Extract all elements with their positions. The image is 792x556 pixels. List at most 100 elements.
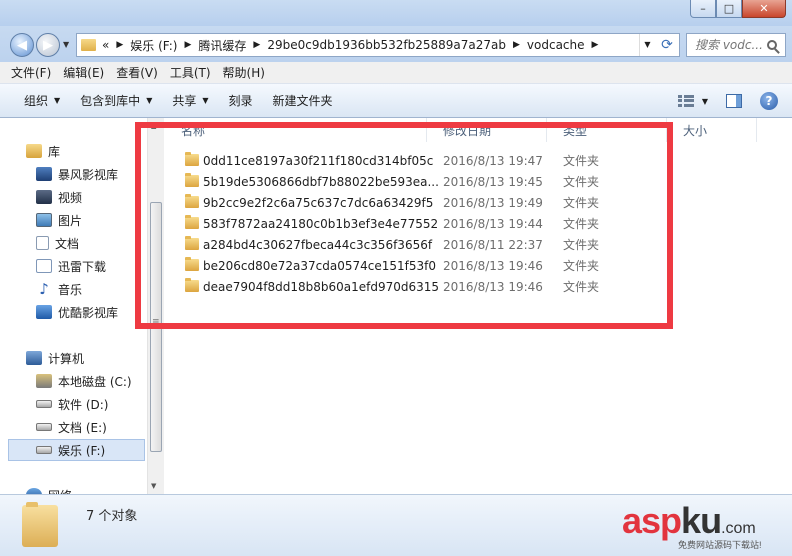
- menu-tools[interactable]: 工具(T): [165, 64, 216, 81]
- file-name: 0dd11ce8197a30f211f180cd314bf05c: [203, 153, 434, 168]
- back-button[interactable]: ◀: [10, 33, 34, 57]
- table-row[interactable]: a284bd4c30627fbeca44c3c356f3656f 2016/8/…: [165, 234, 605, 255]
- nav-drive-e[interactable]: 文档 (E:): [36, 416, 107, 438]
- forward-button[interactable]: ▶: [36, 33, 60, 57]
- search-input[interactable]: [695, 38, 765, 52]
- scroll-down-icon[interactable]: ▼: [151, 482, 156, 490]
- new-folder-label: 新建文件夹: [272, 94, 333, 108]
- nav-xunlei[interactable]: 迅雷下载: [36, 255, 106, 277]
- chevron-right-icon[interactable]: ▶: [592, 40, 599, 50]
- watermark-ku: ku: [681, 500, 722, 541]
- organize-button[interactable]: 组织 ▼: [14, 92, 70, 109]
- table-row[interactable]: 583f7872aa24180c0b1b3ef3e4e77552 2016/8/…: [165, 213, 605, 234]
- column-header-name[interactable]: 名称: [165, 118, 427, 142]
- include-library-button[interactable]: 包含到库中 ▼: [70, 92, 162, 109]
- scroll-thumb[interactable]: [150, 202, 162, 452]
- chevron-right-icon[interactable]: ▶: [253, 40, 260, 50]
- nav-computer[interactable]: 计算机: [26, 347, 84, 369]
- recent-pages-dropdown[interactable]: ▼: [63, 40, 69, 49]
- music-note-icon: ♪: [39, 280, 49, 298]
- search-box[interactable]: [686, 33, 786, 57]
- burn-label: 刻录: [228, 94, 253, 108]
- search-icon[interactable]: [767, 40, 777, 50]
- drive-icon: [36, 423, 52, 431]
- chevron-down-icon: ▼: [202, 96, 209, 105]
- share-button[interactable]: 共享 ▼: [162, 92, 218, 109]
- nav-youku[interactable]: 优酷影视库: [36, 301, 118, 323]
- help-icon[interactable]: ?: [760, 92, 778, 110]
- media-library-icon: [36, 305, 52, 319]
- nav-label: 优酷影视库: [58, 305, 119, 320]
- nav-label: 文档 (E:): [58, 420, 107, 435]
- nav-music[interactable]: ♪ 音乐: [36, 278, 82, 300]
- breadcrumb-item[interactable]: vodcache: [527, 38, 585, 52]
- address-history-dropdown[interactable]: ▼: [639, 34, 655, 56]
- menu-file[interactable]: 文件(F): [6, 64, 56, 81]
- file-name: 583f7872aa24180c0b1b3ef3e4e77552: [203, 216, 439, 231]
- share-label: 共享: [172, 94, 197, 108]
- breadcrumb-item[interactable]: 腾讯缓存: [198, 37, 246, 54]
- folder-icon: [185, 194, 199, 208]
- menu-bar: 文件(F) 编辑(E) 查看(V) 工具(T) 帮助(H): [0, 62, 792, 84]
- nav-drive-f[interactable]: 娱乐 (F:): [8, 439, 145, 461]
- close-button[interactable]: ✕: [742, 0, 786, 18]
- address-bar[interactable]: « ▶ 娱乐 (F:) ▶ 腾讯缓存 ▶ 29be0c9db1936bb532f…: [76, 33, 680, 57]
- title-bar: – □ ✕: [0, 0, 792, 26]
- new-folder-button[interactable]: 新建文件夹: [263, 92, 343, 109]
- library-icon: [26, 144, 42, 158]
- column-header-type[interactable]: 类型: [547, 118, 667, 142]
- system-drive-icon: [36, 374, 52, 388]
- nav-label: 图片: [58, 213, 83, 228]
- chevron-down-icon: ▼: [54, 96, 61, 105]
- document-icon: [36, 236, 49, 250]
- nav-drive-c[interactable]: 本地磁盘 (C:): [36, 370, 132, 392]
- nav-scrollbar[interactable]: ▲ ▼: [147, 118, 164, 494]
- folder-icon: [81, 39, 96, 51]
- chevron-right-icon[interactable]: ▶: [184, 40, 191, 50]
- folder-icon: [185, 257, 199, 271]
- file-date: 2016/8/13 19:45: [443, 174, 543, 189]
- preview-pane-icon[interactable]: [726, 94, 742, 108]
- table-row[interactable]: 0dd11ce8197a30f211f180cd314bf05c 2016/8/…: [165, 150, 605, 171]
- breadcrumb: « ▶ 娱乐 (F:) ▶ 腾讯缓存 ▶ 29be0c9db1936bb532f…: [102, 37, 605, 54]
- scroll-up-icon[interactable]: ▲: [151, 122, 156, 130]
- refresh-icon[interactable]: ⟳: [655, 34, 679, 56]
- table-row[interactable]: be206cd80e72a37cda0574ce151f53f0 2016/8/…: [165, 255, 605, 276]
- table-row[interactable]: deae7904f8dd18b8b60a1efd970d6315 2016/8/…: [165, 276, 605, 297]
- nav-baofeng[interactable]: 暴风影视库: [36, 163, 118, 185]
- nav-libraries[interactable]: 库: [26, 140, 60, 162]
- nav-videos[interactable]: 视频: [36, 186, 82, 208]
- breadcrumb-item[interactable]: 29be0c9db1936bb532fb25889a7a27ab: [267, 38, 506, 52]
- nav-label: 视频: [58, 190, 83, 205]
- breadcrumb-overflow[interactable]: «: [102, 38, 109, 52]
- burn-button[interactable]: 刻录: [219, 92, 263, 109]
- menu-edit[interactable]: 编辑(E): [58, 64, 109, 81]
- breadcrumb-item[interactable]: 娱乐 (F:): [130, 37, 177, 54]
- file-date: 2016/8/13 19:46: [443, 258, 543, 273]
- nav-documents[interactable]: 文档: [36, 232, 79, 254]
- views-icon[interactable]: [677, 95, 694, 107]
- menu-help[interactable]: 帮助(H): [218, 64, 270, 81]
- maximize-button[interactable]: □: [716, 0, 742, 18]
- nav-pictures[interactable]: 图片: [36, 209, 82, 231]
- table-row[interactable]: 5b19de5306866dbf7b88022be593ea... 2016/8…: [165, 171, 605, 192]
- nav-drive-d[interactable]: 软件 (D:): [36, 393, 108, 415]
- folder-icon: [22, 502, 58, 547]
- minimize-button[interactable]: –: [690, 0, 716, 18]
- item-count: 7 个对象: [86, 509, 138, 524]
- chevron-right-icon[interactable]: ▶: [513, 40, 520, 50]
- file-type: 文件夹: [563, 217, 600, 231]
- file-type: 文件夹: [563, 196, 600, 210]
- download-icon: [36, 259, 52, 273]
- table-row[interactable]: 9b2cc9e2f2c6a75c637c7dc6a63429f5 2016/8/…: [165, 192, 605, 213]
- nav-network[interactable]: 网络: [26, 484, 72, 494]
- menu-view[interactable]: 查看(V): [111, 64, 163, 81]
- watermark-asp: asp: [622, 500, 682, 541]
- column-label: 名称: [181, 123, 206, 138]
- folder-icon: [185, 278, 199, 292]
- column-header-modified[interactable]: 修改日期: [427, 118, 547, 142]
- nav-label: 网络: [48, 487, 72, 495]
- column-header-size[interactable]: 大小: [667, 118, 757, 142]
- views-dropdown[interactable]: ▼: [702, 97, 708, 106]
- watermark-tagline: 免费网站源码下载站!: [678, 540, 762, 550]
